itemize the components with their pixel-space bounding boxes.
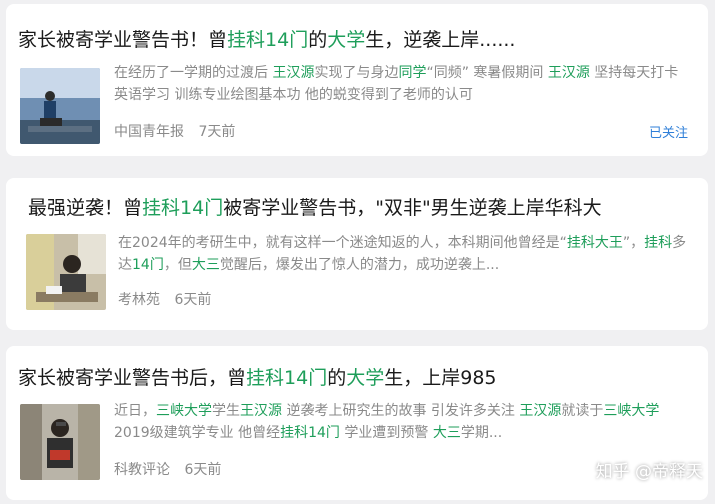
highlighted-keyword: 大学 <box>346 367 385 389</box>
card-title[interactable]: 家长被寄学业警告书！曾挂科14门的大学生，逆袭上岸...... <box>18 28 515 52</box>
thumbnail-image <box>26 234 106 310</box>
text-segment: 实现了与身边 <box>314 65 399 81</box>
watermark-text: 知乎 @帝释天 <box>595 462 703 482</box>
text-segment: 最强逆袭！曾 <box>28 197 143 219</box>
card-snippet: 在经历了一学期的过渡后 王汉源实现了与身边同学“同频” 寒暑假期间 王汉源 坚持… <box>114 62 692 106</box>
highlighted-keyword: 大三 <box>191 257 220 273</box>
text-segment: 学业遭到预警 <box>339 425 433 441</box>
publish-time: 6天前 <box>174 292 212 308</box>
follow-status-button[interactable]: 已关注 <box>649 122 688 141</box>
highlighted-keyword: 王汉源 <box>547 65 590 81</box>
text-segment: 学生 <box>212 403 240 419</box>
text-segment: 觉醒后，爆发出了惊人的潜力，成功逆袭上... <box>219 257 500 273</box>
publish-time: 6天前 <box>184 462 222 478</box>
highlighted-keyword: 王汉源 <box>240 403 282 419</box>
text-segment: 近日， <box>114 403 156 419</box>
card-meta: 科教评论 6天前 <box>114 459 231 479</box>
source-name[interactable]: 考林苑 <box>118 292 160 308</box>
card-title[interactable]: 最强逆袭！曾挂科14门被寄学业警告书，"双非"男生逆袭上岸华科大 <box>28 196 602 220</box>
highlighted-keyword: 挂科14门 <box>246 367 328 389</box>
text-segment: 的 <box>308 29 328 51</box>
text-segment: 逆袭考上研究生的故事 引发许多关注 <box>282 403 520 419</box>
text-segment: 在2024年的考研生中，就有这样一个迷途知返的人，本科期间他曾经是“ <box>118 235 567 251</box>
highlighted-keyword: 王汉源 <box>519 403 562 419</box>
text-segment: 2019级建筑学专业 他曾经 <box>114 425 281 441</box>
card-meta: 考林苑 6天前 <box>118 289 221 309</box>
text-segment: 在经历了一学期的过渡后 <box>114 65 273 81</box>
card-meta: 中国青年报 7天前 <box>114 121 245 141</box>
highlighted-keyword: 挂科 <box>644 235 673 251</box>
text-segment: 就读于 <box>561 403 604 419</box>
text-segment: 学期... <box>460 425 503 441</box>
text-segment: 被寄学业警告书，"双非"男生逆袭上岸华科大 <box>223 197 602 219</box>
highlighted-keyword: 王汉源 <box>272 65 315 81</box>
text-segment: 的 <box>327 367 347 389</box>
highlighted-keyword: 14门 <box>132 257 164 273</box>
news-card-1[interactable]: 家长被寄学业警告书！曾挂科14门的大学生，逆袭上岸...... 在经历了一学期的… <box>6 4 708 156</box>
card-title[interactable]: 家长被寄学业警告书后，曾挂科14门的大学生，上岸985 <box>18 366 497 390</box>
highlighted-keyword: 挂科14门 <box>280 425 340 441</box>
news-card-2[interactable]: 最强逆袭！曾挂科14门被寄学业警告书，"双非"男生逆袭上岸华科大 在2024年的… <box>6 178 708 330</box>
highlighted-keyword: 大学 <box>327 29 366 51</box>
text-segment: ”， <box>622 235 645 251</box>
text-segment: 生，上岸985 <box>384 367 497 389</box>
source-name[interactable]: 科教评论 <box>114 462 170 478</box>
highlighted-keyword: 挂科大王 <box>566 235 623 251</box>
highlighted-keyword: 三峡大学 <box>156 403 212 419</box>
highlighted-keyword: 同学 <box>398 65 427 81</box>
text-segment: ，但 <box>163 257 192 273</box>
highlighted-keyword: 三峡大学 <box>603 403 660 419</box>
text-segment: 家长被寄学业警告书！曾 <box>18 29 228 51</box>
card-snippet: 在2024年的考研生中，就有这样一个迷途知返的人，本科期间他曾经是“挂科大王”，… <box>118 232 696 276</box>
text-segment: 生，逆袭上岸...... <box>365 29 516 51</box>
highlighted-keyword: 挂科14门 <box>142 197 224 219</box>
card-snippet: 近日，三峡大学学生王汉源 逆袭考上研究生的故事 引发许多关注 王汉源就读于三峡大… <box>114 400 692 444</box>
publish-time: 7天前 <box>198 124 236 140</box>
thumbnail-image <box>20 404 100 480</box>
source-name[interactable]: 中国青年报 <box>114 124 184 140</box>
thumbnail-image <box>20 68 100 144</box>
text-segment: 家长被寄学业警告书后，曾 <box>18 367 247 389</box>
highlighted-keyword: 大三 <box>432 425 461 441</box>
highlighted-keyword: 挂科14门 <box>227 29 309 51</box>
text-segment: “同频” 寒暑假期间 <box>426 65 548 81</box>
